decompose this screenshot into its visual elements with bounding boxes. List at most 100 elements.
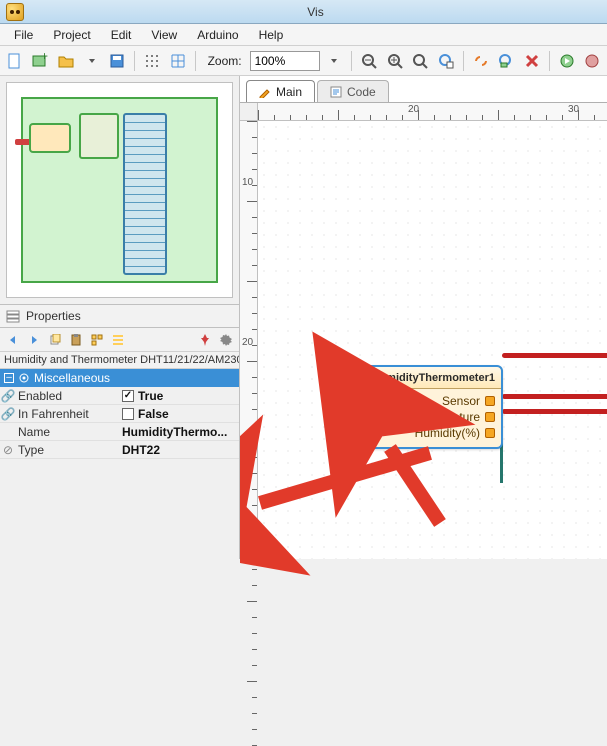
property-enabled[interactable]: 🔗 Enabled ✓ True bbox=[0, 387, 239, 405]
property-label: In Fahrenheit bbox=[16, 407, 122, 421]
property-value: DHT22 bbox=[122, 443, 160, 457]
svg-text:+: + bbox=[41, 53, 48, 63]
pin-input[interactable] bbox=[342, 399, 352, 409]
toolbar-separator bbox=[549, 51, 550, 71]
output-sensor[interactable]: Sensor bbox=[442, 394, 495, 408]
tab-main[interactable]: Main bbox=[246, 80, 315, 102]
schematic-preview[interactable] bbox=[6, 82, 233, 298]
property-in-fahrenheit[interactable]: 🔗 In Fahrenheit False bbox=[0, 405, 239, 423]
preview-arduino-stack bbox=[123, 113, 167, 275]
paste-icon[interactable] bbox=[67, 331, 85, 349]
canvas-surface[interactable]: 20 30 10 20 HumidityThermometer1 bbox=[240, 102, 607, 559]
menu-file[interactable]: File bbox=[4, 26, 43, 44]
property-value: False bbox=[138, 407, 169, 421]
property-name[interactable]: Name HumidityThermo... bbox=[0, 423, 239, 441]
pin-output[interactable] bbox=[485, 412, 495, 422]
input-clock[interactable]: Clock bbox=[356, 394, 399, 408]
ruler-vertical: 10 20 bbox=[240, 121, 258, 559]
properties-title: Properties bbox=[26, 309, 81, 323]
tab-code[interactable]: Code bbox=[317, 80, 389, 102]
property-category[interactable]: – Miscellaneous bbox=[0, 369, 239, 387]
zoom-select[interactable] bbox=[250, 51, 320, 71]
output-temperature[interactable]: Temperature bbox=[413, 410, 495, 424]
toolbar-separator bbox=[134, 51, 135, 71]
copy-icon[interactable] bbox=[46, 331, 64, 349]
zoom-select-icon[interactable] bbox=[435, 50, 457, 72]
properties-header: Properties bbox=[0, 304, 239, 328]
component-body: Clock Sensor Temperature bbox=[350, 389, 501, 447]
canvas-tabs: Main Code bbox=[246, 76, 389, 102]
pin-output[interactable] bbox=[485, 428, 495, 438]
category-icon[interactable] bbox=[88, 331, 106, 349]
grid-lines-icon[interactable] bbox=[167, 50, 189, 72]
pin-label: Humidity(%) bbox=[415, 426, 480, 440]
wire[interactable] bbox=[502, 409, 607, 414]
dropdown-icon[interactable] bbox=[81, 50, 103, 72]
properties-toolbar bbox=[0, 328, 239, 352]
component-humidity-thermometer[interactable]: HumidityThermometer1 Clock Sensor bbox=[348, 365, 503, 449]
menu-help[interactable]: Help bbox=[249, 26, 294, 44]
property-label: Type bbox=[16, 443, 122, 457]
wire[interactable] bbox=[502, 353, 607, 358]
property-value: HumidityThermo... bbox=[122, 425, 227, 439]
save-icon[interactable] bbox=[107, 50, 129, 72]
delete-icon[interactable] bbox=[521, 50, 543, 72]
collapse-icon[interactable]: – bbox=[4, 373, 14, 383]
menu-project[interactable]: Project bbox=[43, 26, 100, 44]
checkbox-icon[interactable] bbox=[122, 408, 134, 420]
tab-label: Main bbox=[276, 85, 302, 99]
ruler-num: 10 bbox=[242, 177, 253, 188]
zoom-in-icon[interactable] bbox=[384, 50, 406, 72]
workspace: Properties Humidity and Thermometer DHT1… bbox=[0, 76, 607, 559]
title-bar: Vis bbox=[0, 0, 607, 24]
pencil-icon bbox=[259, 86, 271, 98]
output-humidity[interactable]: Humidity(%) bbox=[415, 426, 495, 440]
pin-label: Sensor bbox=[442, 394, 480, 408]
gear-icon bbox=[18, 372, 30, 384]
category-label: Miscellaneous bbox=[34, 371, 110, 385]
chevron-down-icon[interactable] bbox=[324, 50, 346, 72]
code-icon bbox=[330, 86, 342, 98]
main-toolbar: + Zoom: bbox=[0, 46, 607, 76]
component-icon bbox=[356, 371, 368, 385]
properties-tree: – Miscellaneous 🔗 Enabled ✓ True 🔗 In Fa… bbox=[0, 369, 239, 559]
stop-icon[interactable] bbox=[581, 50, 603, 72]
run-icon[interactable] bbox=[556, 50, 578, 72]
nav-back-icon[interactable] bbox=[4, 331, 22, 349]
component-title: HumidityThermometer1 bbox=[372, 372, 495, 384]
sort-icon[interactable] bbox=[109, 331, 127, 349]
left-pane: Properties Humidity and Thermometer DHT1… bbox=[0, 76, 240, 559]
link-icon: 🔗 bbox=[0, 407, 16, 421]
property-label: Enabled bbox=[16, 389, 122, 403]
add-component-icon[interactable]: + bbox=[30, 50, 52, 72]
app-icon bbox=[6, 3, 24, 21]
ruler-num: 20 bbox=[242, 337, 253, 348]
new-icon[interactable] bbox=[4, 50, 26, 72]
checkbox-icon[interactable]: ✓ bbox=[122, 390, 134, 402]
preview-board bbox=[21, 97, 218, 283]
ruler-corner bbox=[240, 103, 258, 121]
settings-icon[interactable] bbox=[217, 331, 235, 349]
ruler-horizontal: 20 30 bbox=[258, 103, 607, 121]
wire[interactable] bbox=[502, 394, 607, 399]
grid-dots-icon[interactable] bbox=[141, 50, 163, 72]
locate-icon[interactable] bbox=[495, 50, 517, 72]
link-icon: 🔗 bbox=[0, 389, 16, 403]
preview-node bbox=[29, 123, 71, 153]
clock-icon bbox=[356, 396, 366, 406]
properties-icon bbox=[6, 309, 20, 323]
toolbar-separator bbox=[351, 51, 352, 71]
pin-output[interactable] bbox=[485, 396, 495, 406]
tab-label: Code bbox=[347, 85, 376, 99]
link-icon[interactable] bbox=[470, 50, 492, 72]
open-icon[interactable] bbox=[55, 50, 77, 72]
property-type[interactable]: ⊘ Type DHT22 bbox=[0, 441, 239, 459]
menu-view[interactable]: View bbox=[141, 26, 187, 44]
nav-fwd-icon[interactable] bbox=[25, 331, 43, 349]
toolbar-separator bbox=[195, 51, 196, 71]
zoom-fit-icon[interactable] bbox=[410, 50, 432, 72]
pin-icon[interactable] bbox=[196, 331, 214, 349]
zoom-out-icon[interactable] bbox=[358, 50, 380, 72]
menu-edit[interactable]: Edit bbox=[101, 26, 142, 44]
menu-arduino[interactable]: Arduino bbox=[187, 26, 248, 44]
